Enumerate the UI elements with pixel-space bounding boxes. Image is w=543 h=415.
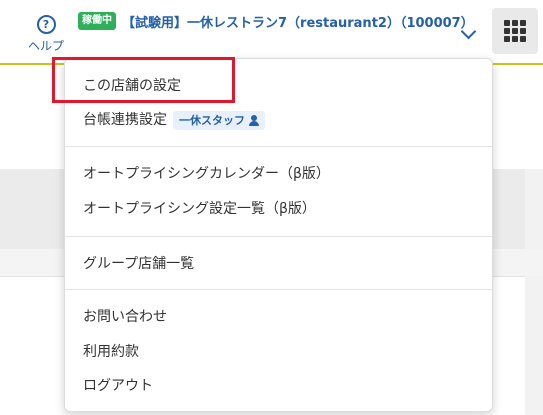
question-circle-icon: ? — [36, 15, 56, 34]
grid-icon — [504, 20, 526, 42]
help-button[interactable]: ? ヘルプ — [24, 15, 68, 54]
store-menu-dropdown: この店舗の設定 台帳連携設定 一休スタッフ オートプライシングカレンダー（β版） … — [64, 58, 493, 412]
top-header: ? ヘルプ 稼働中 【試験用】一休レストラン7（restaurant2）（100… — [0, 0, 543, 65]
person-icon — [249, 114, 259, 126]
ledger-settings-label: 台帳連携設定 — [83, 112, 167, 128]
menu-item-logout[interactable]: ログアウト — [83, 376, 153, 396]
app-launcher-button[interactable] — [492, 8, 538, 54]
menu-item-autopricing-list[interactable]: オートプライシング設定一覧（β版） — [83, 199, 316, 219]
menu-divider — [65, 146, 492, 147]
status-badge: 稼働中 — [78, 12, 116, 30]
staff-tag-label: 一休スタッフ — [179, 113, 245, 127]
store-selector[interactable]: 稼働中 【試験用】一休レストラン7（restaurant2）（100007） — [78, 11, 474, 31]
menu-divider — [65, 236, 492, 237]
menu-divider — [65, 289, 492, 290]
highlight-box — [52, 57, 235, 103]
menu-item-contact[interactable]: お問い合わせ — [83, 307, 167, 327]
menu-item-terms[interactable]: 利用約款 — [83, 342, 139, 362]
help-label: ヘルプ — [27, 39, 64, 53]
store-name: 【試験用】一休レストラン7（restaurant2）（100007） — [122, 15, 474, 31]
menu-item-autopricing-calendar[interactable]: オートプライシングカレンダー（β版） — [83, 164, 330, 184]
menu-item-ledger-settings[interactable]: 台帳連携設定 一休スタッフ — [83, 110, 265, 130]
menu-item-group-stores[interactable]: グループ店舗一覧 — [83, 254, 194, 274]
staff-only-tag: 一休スタッフ — [173, 110, 265, 130]
